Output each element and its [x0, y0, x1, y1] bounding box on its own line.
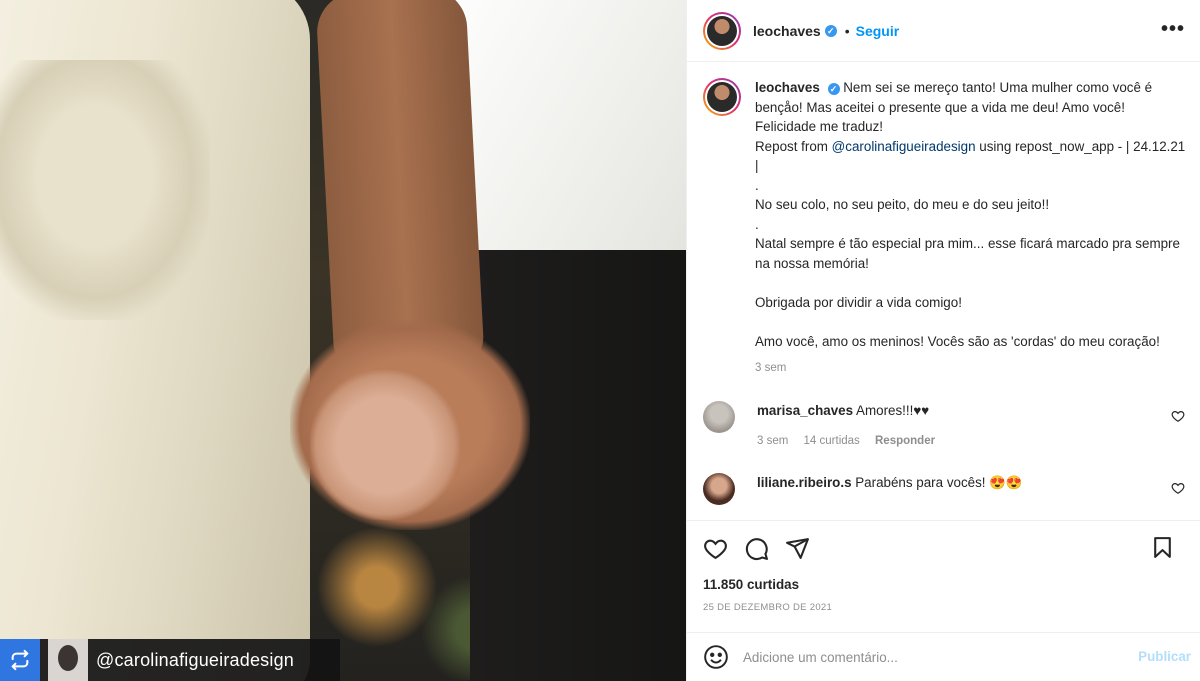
post-side-panel: leochaves ✓ • Seguir ••• leochaves ✓ Nem…	[686, 0, 1200, 681]
caption-line: .	[755, 177, 759, 193]
comment-like-heart-icon[interactable]	[1171, 481, 1185, 495]
post-date: 25 DE DEZEMBRO DE 2021	[703, 602, 833, 613]
womans-hand	[310, 370, 460, 520]
verified-badge-icon: ✓	[827, 83, 840, 95]
credit-avatar	[48, 639, 88, 681]
post-header: leochaves ✓ • Seguir •••	[687, 0, 1200, 62]
caption-line: No seu colo, no seu peito, do meu e do s…	[755, 197, 1050, 212]
post-actions: 11.850 curtidas 25 DE DEZEMBRO DE 2021	[687, 520, 1200, 632]
caption-line: .	[755, 216, 759, 232]
share-icon[interactable]	[785, 536, 810, 561]
caption-avatar[interactable]	[703, 78, 741, 116]
caption-line: Amo você, amo os meninos! Vocês são as '…	[755, 333, 1160, 349]
avatar[interactable]	[703, 11, 741, 50]
emoji-icon[interactable]	[703, 644, 729, 670]
caption-line: Repost from	[755, 138, 828, 154]
comment-like-heart-icon[interactable]	[1171, 409, 1185, 423]
comment-text: Amores!!!♥♥	[856, 402, 930, 418]
bookmark-icon[interactable]	[1150, 535, 1175, 560]
caption: leochaves ✓ Nem sei se mereço tanto! Uma…	[703, 78, 1189, 379]
comment-username[interactable]: marisa_chaves	[757, 403, 853, 418]
follow-button[interactable]: Seguir	[856, 23, 900, 39]
caption-mention[interactable]: @carolinafigueiradesign	[832, 139, 976, 154]
likes-count[interactable]: 11.850 curtidas	[703, 577, 1185, 592]
verified-badge-icon: ✓	[824, 24, 837, 37]
comments-list[interactable]: leochaves ✓ Nem sei se mereço tanto! Uma…	[687, 62, 1200, 520]
comment-time: 3 sem	[757, 434, 789, 447]
separator-dot: •	[844, 22, 850, 39]
arm	[315, 0, 485, 374]
comment-icon[interactable]	[744, 536, 769, 561]
comment-item: liliane.ribeiro.s Parabéns para vocês! 😍…	[703, 472, 1189, 505]
comment-text: Parabéns para vocês! 😍😍	[855, 474, 1023, 490]
more-options-icon[interactable]: •••	[1161, 18, 1185, 41]
caption-time: 3 sem	[755, 362, 787, 374]
credit-handle: @carolinafigueiradesign	[96, 649, 294, 670]
comment-item: marisa_chaves Amores!!!♥♥ 3 sem 14 curti…	[703, 400, 1189, 451]
post-image[interactable]: @carolinafigueiradesign	[0, 0, 686, 681]
reply-button[interactable]: Responder	[875, 435, 935, 447]
caption-line: Obrigada por dividir a vida comigo!	[755, 294, 962, 310]
header-username[interactable]: leochaves	[753, 23, 821, 39]
heart-icon[interactable]	[703, 536, 728, 561]
repost-icon	[0, 639, 40, 681]
comment-avatar[interactable]	[703, 400, 735, 433]
repost-credit-bar: @carolinafigueiradesign	[0, 639, 340, 681]
comment-username[interactable]: liliane.ribeiro.s	[757, 475, 852, 490]
caption-line: Natal sempre é tão especial pra mim... e…	[755, 236, 1180, 271]
comment-avatar[interactable]	[703, 472, 735, 505]
dress-bow	[0, 60, 210, 320]
comment-input[interactable]	[743, 649, 1123, 665]
publish-button[interactable]: Publicar	[1138, 649, 1191, 664]
caption-username[interactable]: leochaves	[755, 80, 820, 95]
add-comment-bar: Publicar	[687, 632, 1200, 681]
caption-text: leochaves ✓ Nem sei se mereço tanto! Uma…	[755, 78, 1189, 379]
comment-likes[interactable]: 14 curtidas	[804, 435, 860, 447]
